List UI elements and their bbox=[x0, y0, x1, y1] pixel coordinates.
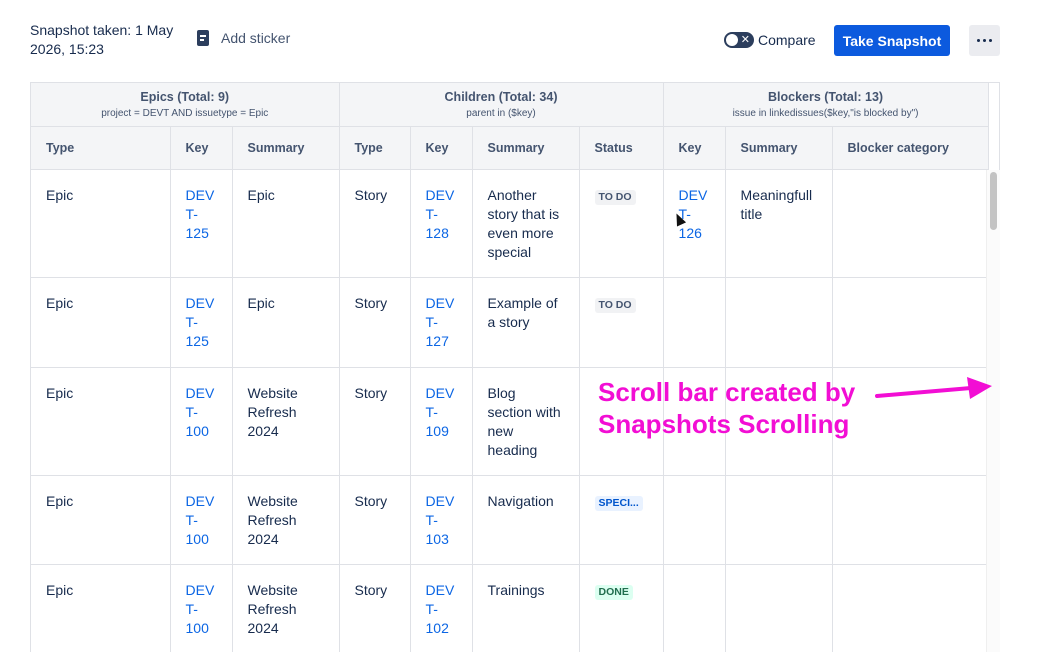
blocker-key-link[interactable] bbox=[663, 475, 726, 565]
child-key-link[interactable]: DEV T- 128 bbox=[410, 169, 473, 278]
status-badge: SPECI... bbox=[594, 496, 643, 511]
column-header-blocker-category[interactable]: Blocker category bbox=[832, 126, 989, 170]
group-query: project = DEVT AND issuetype = Epic bbox=[101, 107, 269, 119]
child-summary-cell: Navigation bbox=[472, 475, 580, 565]
column-header-type[interactable]: Type bbox=[31, 126, 171, 170]
child-key-link[interactable]: DEV T- 109 bbox=[410, 367, 473, 476]
group-title: Children (Total: 34) bbox=[444, 89, 558, 104]
blocker-key-link[interactable] bbox=[663, 277, 726, 368]
epic-type-cell: Epic bbox=[31, 277, 171, 368]
blocker-summary-cell bbox=[725, 277, 833, 368]
compare-label: Compare bbox=[758, 32, 816, 48]
epic-summary-cell: Website Refresh 2024 bbox=[232, 564, 340, 652]
status-cell: DONE bbox=[579, 564, 664, 652]
table-row: Epic DEV T- 125 Epic Story DEV T- 127 Ex… bbox=[31, 277, 989, 368]
more-dots-icon bbox=[989, 39, 992, 42]
blocker-category-cell bbox=[832, 564, 989, 652]
snapshot-toolbar: Snapshot taken: 1 May 2026, 15:23 Add st… bbox=[0, 0, 1043, 80]
snapshot-timestamp: Snapshot taken: 1 May 2026, 15:23 bbox=[30, 22, 174, 57]
snapshot-table-container: Epics (Total: 9) project = DEVT AND issu… bbox=[30, 82, 1000, 652]
group-title: Blockers (Total: 13) bbox=[767, 89, 884, 104]
child-type-cell: Story bbox=[339, 564, 411, 652]
column-header-summary[interactable]: Summary bbox=[725, 126, 833, 170]
group-header-children: Children (Total: 34) parent in ($key) bbox=[339, 83, 664, 127]
child-key-link[interactable]: DEV T- 102 bbox=[410, 564, 473, 652]
column-header-type[interactable]: Type bbox=[339, 126, 411, 170]
annotation-label: Scroll bar created by Snapshots Scrollin… bbox=[598, 377, 856, 439]
child-summary-cell: Another story that is even more special bbox=[472, 169, 580, 278]
more-dots-icon bbox=[983, 39, 986, 42]
epic-summary-cell: Website Refresh 2024 bbox=[232, 475, 340, 565]
blocker-category-cell bbox=[832, 169, 989, 278]
epic-type-cell: Epic bbox=[31, 564, 171, 652]
epic-summary-cell: Epic bbox=[232, 169, 340, 278]
column-header-summary[interactable]: Summary bbox=[472, 126, 580, 170]
compare-toggle[interactable]: ✕ Compare bbox=[724, 32, 816, 48]
snapshot-table: Epics (Total: 9) project = DEVT AND issu… bbox=[31, 83, 989, 652]
close-icon: ✕ bbox=[740, 33, 750, 46]
status-badge: TO DO bbox=[594, 190, 636, 205]
epic-type-cell: Epic bbox=[31, 475, 171, 565]
epic-summary-cell: Website Refresh 2024 bbox=[232, 367, 340, 476]
toggle-knob bbox=[726, 34, 738, 46]
epic-key-link[interactable]: DEV T- 100 bbox=[170, 475, 233, 565]
epic-summary-cell: Epic bbox=[232, 277, 340, 368]
child-key-link[interactable]: DEV T- 127 bbox=[410, 277, 473, 368]
group-header-blockers: Blockers (Total: 13) issue in linkedissu… bbox=[663, 83, 989, 127]
epic-key-link[interactable]: DEV T- 100 bbox=[170, 564, 233, 652]
group-query: issue in linkedissues($key,"is blocked b… bbox=[732, 107, 919, 119]
blocker-summary-cell bbox=[725, 475, 833, 565]
table-row: Epic DEV T- 100 Website Refresh 2024 Sto… bbox=[31, 564, 989, 652]
blocker-summary-cell bbox=[725, 564, 833, 652]
table-scrollbar[interactable] bbox=[986, 170, 1000, 652]
status-cell: TO DO bbox=[579, 169, 664, 278]
toggle-switch[interactable]: ✕ bbox=[724, 32, 754, 48]
status-badge: TO DO bbox=[594, 298, 636, 313]
annotation-arrow-icon bbox=[875, 377, 992, 399]
blocker-summary-cell: Meaningfull title bbox=[725, 169, 833, 278]
epic-key-link[interactable]: DEV T- 125 bbox=[170, 277, 233, 368]
table-row: Epic DEV T- 100 Website Refresh 2024 Sto… bbox=[31, 475, 989, 565]
blocker-category-cell bbox=[832, 277, 989, 368]
blocker-key-link[interactable]: DEV T- 126 bbox=[663, 169, 726, 278]
more-options-button[interactable] bbox=[969, 25, 1000, 56]
group-query: parent in ($key) bbox=[466, 107, 536, 119]
more-dots-icon bbox=[977, 39, 980, 42]
child-type-cell: Story bbox=[339, 367, 411, 476]
child-summary-cell: Trainings bbox=[472, 564, 580, 652]
status-badge: DONE bbox=[594, 585, 633, 600]
child-summary-cell: Example of a story bbox=[472, 277, 580, 368]
child-type-cell: Story bbox=[339, 169, 411, 278]
blocker-category-cell bbox=[832, 475, 989, 565]
epic-key-link[interactable]: DEV T- 100 bbox=[170, 367, 233, 476]
status-cell: TO DO bbox=[579, 277, 664, 368]
sticker-icon bbox=[197, 30, 209, 46]
child-type-cell: Story bbox=[339, 475, 411, 565]
take-snapshot-button[interactable]: Take Snapshot bbox=[834, 25, 950, 56]
table-row: Epic DEV T- 125 Epic Story DEV T- 128 An… bbox=[31, 169, 989, 278]
add-sticker-label: Add sticker bbox=[221, 30, 291, 46]
epic-key-link[interactable]: DEV T- 125 bbox=[170, 169, 233, 278]
column-header-status[interactable]: Status bbox=[579, 126, 664, 170]
status-cell: SPECI... bbox=[579, 475, 664, 565]
group-title: Epics (Total: 9) bbox=[140, 89, 230, 104]
child-summary-cell: Blog section with new heading bbox=[472, 367, 580, 476]
column-header-key[interactable]: Key bbox=[170, 126, 233, 170]
column-header-key[interactable]: Key bbox=[663, 126, 726, 170]
child-key-link[interactable]: DEV T- 103 bbox=[410, 475, 473, 565]
blocker-key-link[interactable] bbox=[663, 564, 726, 652]
epic-type-cell: Epic bbox=[31, 367, 171, 476]
add-sticker-button[interactable]: Add sticker bbox=[197, 30, 290, 46]
scrollbar-thumb[interactable] bbox=[990, 172, 997, 230]
column-header-summary[interactable]: Summary bbox=[232, 126, 340, 170]
column-header-key[interactable]: Key bbox=[410, 126, 473, 170]
group-header-epics: Epics (Total: 9) project = DEVT AND issu… bbox=[31, 83, 340, 127]
epic-type-cell: Epic bbox=[31, 169, 171, 278]
child-type-cell: Story bbox=[339, 277, 411, 368]
